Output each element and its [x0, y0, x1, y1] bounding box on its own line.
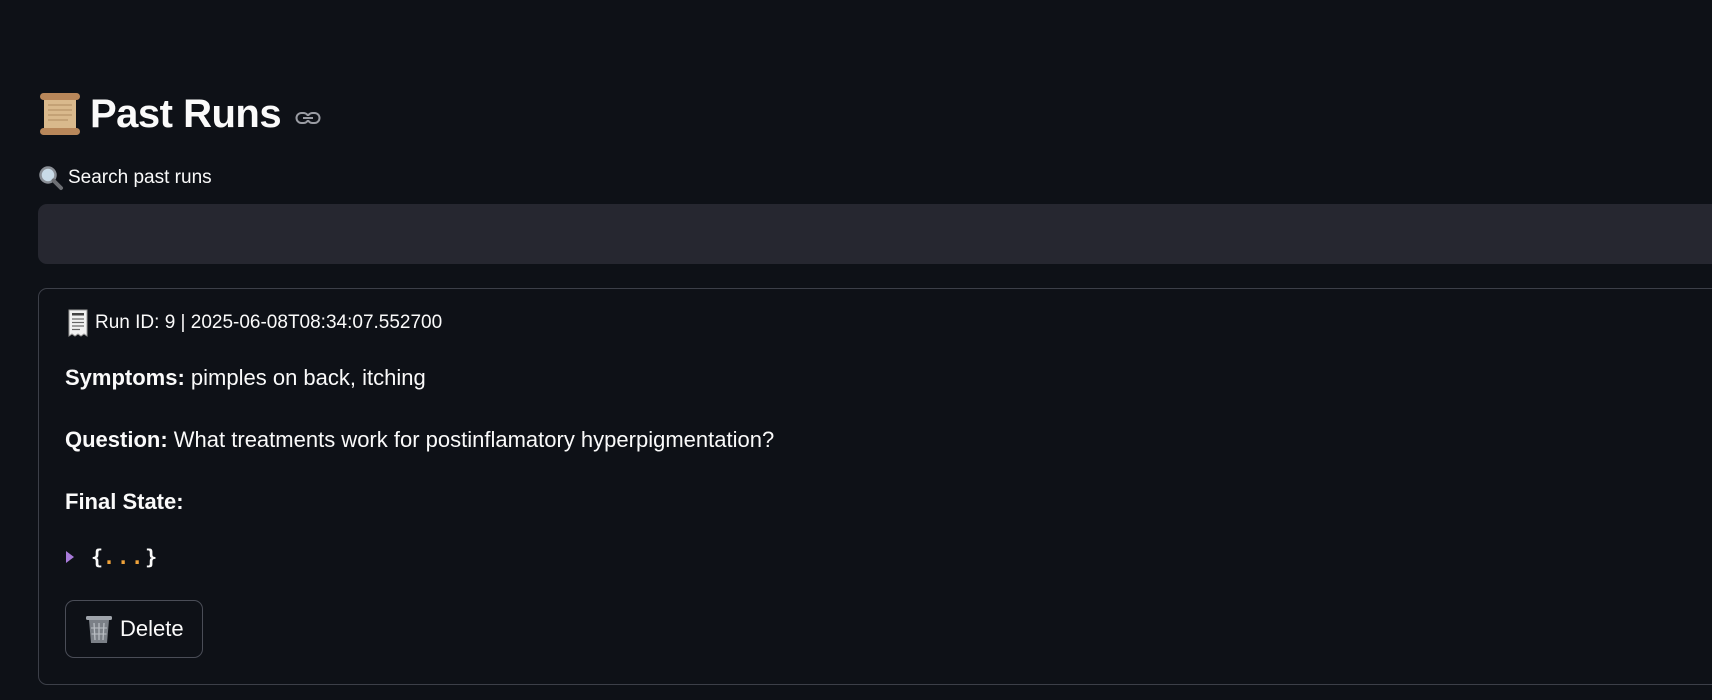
page: Past Runs Search past runs Run ID: 9 | 2… — [0, 0, 1712, 700]
run-card: Run ID: 9 | 2025-06-08T08:34:07.552700 S… — [38, 288, 1712, 685]
json-preview: {...} — [91, 545, 157, 569]
receipt-icon — [68, 309, 88, 337]
run-header-text: Run ID: 9 | 2025-06-08T08:34:07.552700 — [95, 312, 443, 333]
question-label: Question: — [65, 427, 168, 452]
question-field: Question: What treatments work for posti… — [65, 427, 774, 453]
delete-button-label: Delete — [120, 616, 184, 641]
symptoms-label: Symptoms: — [65, 365, 185, 390]
final-state-label: Final State: — [65, 489, 184, 514]
search-label: Search past runs — [38, 165, 212, 191]
search-label-text: Search past runs — [68, 167, 212, 188]
magnifier-icon — [39, 166, 63, 190]
question-value: What treatments work for postinflamatory… — [173, 427, 775, 452]
symptoms-field: Symptoms: pimples on back, itching — [65, 365, 426, 391]
page-title: Past Runs — [90, 92, 282, 136]
link-icon[interactable] — [295, 110, 321, 126]
search-input[interactable] — [38, 204, 1712, 264]
json-viewer-toggle[interactable]: {...} — [65, 545, 157, 569]
delete-button[interactable]: Delete — [65, 600, 203, 658]
caret-right-icon[interactable] — [65, 550, 75, 564]
scroll-icon — [40, 93, 80, 135]
trash-icon — [86, 616, 112, 643]
symptoms-value: pimples on back, itching — [190, 365, 426, 390]
title-row: Past Runs — [38, 88, 321, 140]
run-header: Run ID: 9 | 2025-06-08T08:34:07.552700 — [67, 309, 442, 337]
json-close-brace: } — [145, 545, 158, 569]
json-open-brace: { — [91, 545, 104, 569]
json-ellipsis: ... — [103, 545, 146, 569]
